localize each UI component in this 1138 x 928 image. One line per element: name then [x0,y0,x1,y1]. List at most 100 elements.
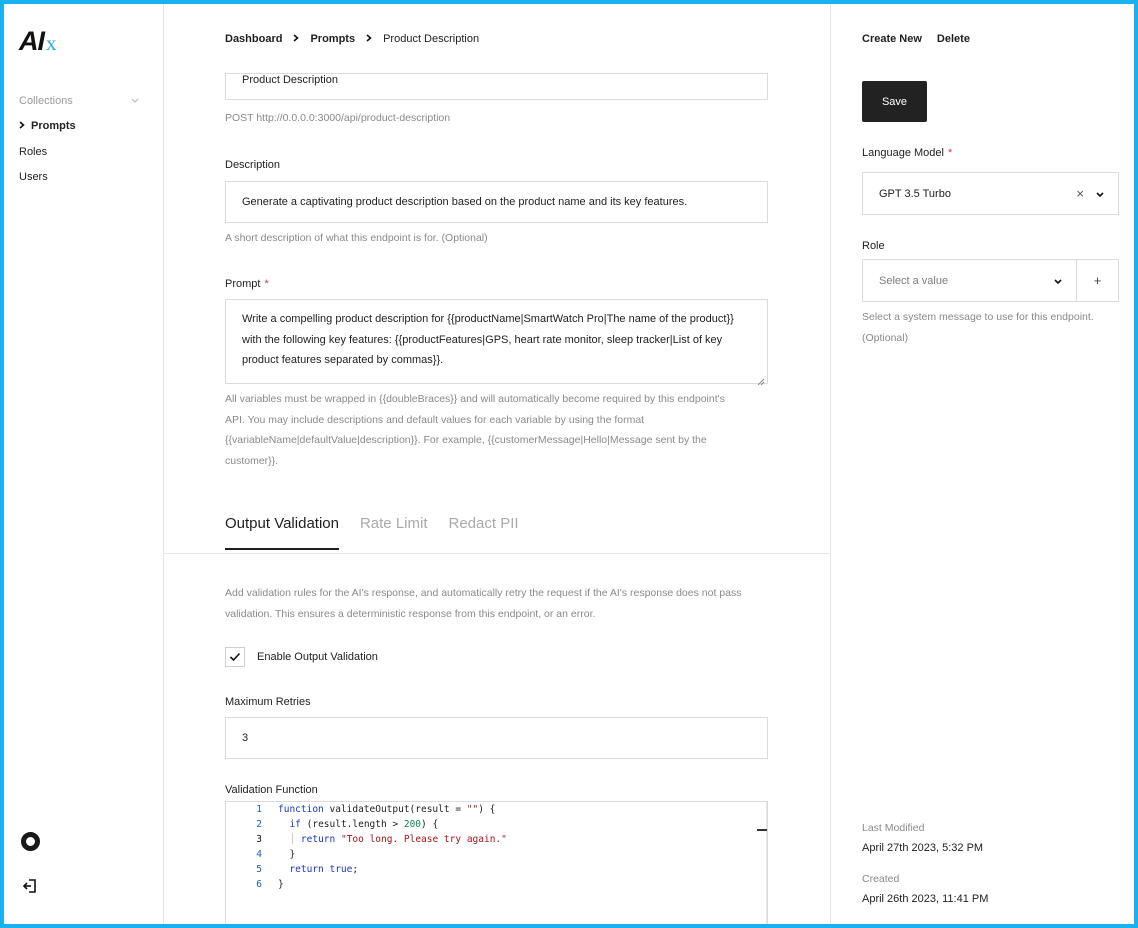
breadcrumb-prompts[interactable]: Prompts [310,33,355,45]
logout-icon[interactable] [21,877,39,895]
sidebar-nav: Collections Prompts Roles Users [19,88,139,190]
prompt-hint-line: customer}}. [225,454,279,467]
code-editor[interactable]: 1 function validateOutput(result = "") {… [225,801,768,924]
code-text: if (result.length > 200) { [289,819,439,830]
last-modified-value: April 27th 2023, 5:32 PM [862,842,984,854]
language-model-label-text: Language Model [862,147,944,159]
sidebar: AIx Collections Prompts Roles Users [4,4,164,924]
resize-handle-icon[interactable] [757,373,765,386]
logo-main: AI [19,26,45,56]
validation-intro: Add validation rules for the AI's respon… [225,583,741,624]
sidebar-item-users[interactable]: Users [19,165,139,191]
role-hint-line: Select a system message to use for this … [862,311,1094,323]
settings-tabs: Output Validation Rate Limit Redact PII [225,515,540,550]
created-value: April 26th 2023, 11:41 PM [862,893,989,905]
sidebar-item-roles[interactable]: Roles [19,139,139,165]
code-scrollbar[interactable] [766,802,767,924]
add-role-button[interactable]: + [1076,259,1119,302]
description-hint: A short description of what this endpoin… [225,232,488,244]
line-number: 5 [256,864,262,875]
max-retries-input[interactable]: 3 [225,717,768,759]
tab-rate-limit[interactable]: Rate Limit [360,515,428,550]
enable-validation-row: Enable Output Validation [225,647,378,667]
app-logo[interactable]: AIx [19,26,56,57]
chevron-down-icon[interactable] [1054,275,1062,287]
code-text: } [278,879,284,890]
top-actions: Create New Delete [862,33,985,45]
validation-intro-line: Add validation rules for the AI's respon… [225,587,742,599]
role-select[interactable]: Select a value [862,259,1077,302]
create-new-button[interactable]: Create New [862,33,922,45]
prompt-label-text: Prompt [225,278,261,290]
language-model-value: GPT 3.5 Turbo [879,187,951,200]
last-modified-label: Last Modified [862,822,925,834]
prompt-line: with the following key features: {{produ… [242,333,723,346]
prompt-line: Write a compelling product description f… [242,313,734,325]
line-number: 6 [256,879,262,890]
save-button[interactable]: Save [862,81,927,122]
chevron-right-icon [366,33,372,45]
clear-icon[interactable]: × [1076,186,1084,201]
prompt-label: Prompt * [225,278,269,290]
language-model-label: Language Model * [862,147,952,159]
breadcrumb: Dashboard Prompts Product Description [225,33,479,45]
validation-function-label: Validation Function [225,784,318,796]
prompt-hint-line: API. You may include descriptions and de… [225,413,645,426]
checkmark-icon [229,652,241,662]
enable-validation-label[interactable]: Enable Output Validation [257,651,378,663]
code-line: 4 } [226,847,767,862]
code-line: 6 } [226,877,767,892]
description-input-value: Generate a captivating product descripti… [242,196,688,208]
chevron-down-icon[interactable] [1096,188,1104,200]
name-input-value: Product Description [242,74,338,86]
chevron-right-icon [293,33,300,45]
breadcrumb-dashboard[interactable]: Dashboard [225,33,282,45]
prompt-line: product features separated by commas}}. [242,354,444,366]
line-number: 4 [256,849,262,860]
chevron-right-icon [19,121,25,132]
role-hint: Select a system message to use for this … [862,307,1122,348]
code-line: 2 if (result.length > 200) { [226,817,767,832]
prompt-textarea[interactable]: Write a compelling product description f… [225,299,768,386]
main-content: Dashboard Prompts Product Description Pr… [164,4,831,924]
description-label: Description [225,159,281,171]
code-text: │ return "Too long. Please try again." [289,834,507,845]
code-text: } [278,849,296,860]
sidebar-item-label: Users [19,171,48,184]
endpoint-url: POST http://0.0.0.0:3000/api/product-des… [225,112,451,124]
code-text: function validateOutput(result = "") { [278,804,496,815]
description-input[interactable]: Generate a captivating product descripti… [225,181,768,223]
delete-button[interactable]: Delete [937,33,970,45]
settings-circle-icon[interactable] [21,832,40,851]
sidebar-item-label: Prompts [31,120,76,133]
max-retries-value: 3 [242,732,249,744]
chevron-down-icon [131,95,139,106]
scroll-marker [757,829,767,831]
prompt-hint-line: {{variableName|defaultValue|description}… [225,434,707,446]
breadcrumb-current: Product Description [383,33,480,45]
sidebar-item-prompts[interactable]: Prompts [19,114,139,140]
role-placeholder: Select a value [879,274,949,287]
right-panel: Create New Delete Save Language Model * G… [831,4,1134,924]
tab-redact-pii[interactable]: Redact PII [449,515,519,550]
line-number: 1 [256,804,262,815]
select-controls [1054,275,1062,287]
language-model-select[interactable]: GPT 3.5 Turbo × [862,172,1119,215]
tab-output-validation[interactable]: Output Validation [225,515,339,550]
name-input[interactable]: Product Description [225,73,768,100]
validation-intro-line: validation. This ensures a deterministic… [225,607,596,620]
code-text: return true; [289,864,359,875]
prompt-hint: All variables must be wrapped in {{doubl… [225,389,725,471]
max-retries-label: Maximum Retries [225,696,311,708]
sidebar-item-label: Roles [19,145,48,158]
prompt-hint-line: All variables must be wrapped in {{doubl… [225,393,725,405]
role-hint-line: (Optional) [862,331,909,344]
tabs-divider [164,553,830,554]
line-number: 2 [256,819,262,830]
sidebar-item-collections[interactable]: Collections [19,88,139,114]
required-mark: * [947,147,953,159]
logo-accent: x [46,31,56,55]
role-label: Role [862,240,885,252]
select-controls: × [1076,186,1104,201]
enable-validation-checkbox[interactable] [225,647,245,667]
